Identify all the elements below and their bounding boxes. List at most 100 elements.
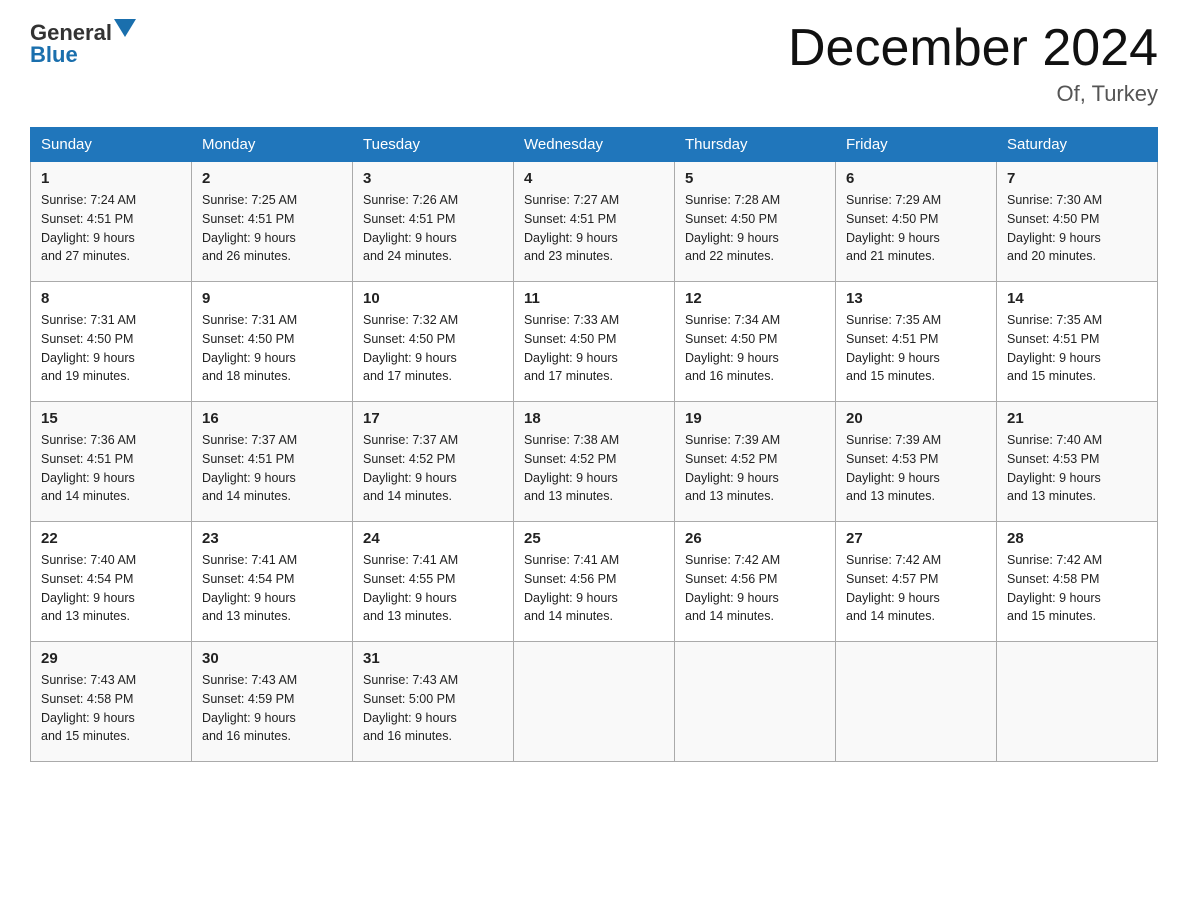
calendar-cell: 25 Sunrise: 7:41 AM Sunset: 4:56 PM Dayl… [514,522,675,642]
day-detail: Sunrise: 7:38 AM Sunset: 4:52 PM Dayligh… [524,431,664,506]
day-detail: Sunrise: 7:37 AM Sunset: 4:52 PM Dayligh… [363,431,503,506]
day-detail: Sunrise: 7:40 AM Sunset: 4:54 PM Dayligh… [41,551,181,626]
calendar-cell [997,642,1158,762]
calendar-cell: 8 Sunrise: 7:31 AM Sunset: 4:50 PM Dayli… [31,282,192,402]
calendar-cell: 10 Sunrise: 7:32 AM Sunset: 4:50 PM Dayl… [353,282,514,402]
day-number: 24 [363,530,503,547]
day-number: 1 [41,170,181,187]
calendar-cell: 21 Sunrise: 7:40 AM Sunset: 4:53 PM Dayl… [997,402,1158,522]
day-detail: Sunrise: 7:42 AM Sunset: 4:57 PM Dayligh… [846,551,986,626]
day-detail: Sunrise: 7:24 AM Sunset: 4:51 PM Dayligh… [41,191,181,266]
calendar-cell: 18 Sunrise: 7:38 AM Sunset: 4:52 PM Dayl… [514,402,675,522]
day-number: 30 [202,650,342,667]
day-number: 17 [363,410,503,427]
calendar-cell [836,642,997,762]
calendar-cell: 30 Sunrise: 7:43 AM Sunset: 4:59 PM Dayl… [192,642,353,762]
logo-arrow-icon [114,19,136,41]
day-number: 16 [202,410,342,427]
calendar-cell: 2 Sunrise: 7:25 AM Sunset: 4:51 PM Dayli… [192,162,353,282]
day-number: 11 [524,290,664,307]
day-detail: Sunrise: 7:41 AM Sunset: 4:54 PM Dayligh… [202,551,342,626]
logo-blue: Blue [30,42,78,68]
day-number: 6 [846,170,986,187]
calendar-cell [675,642,836,762]
calendar-cell: 22 Sunrise: 7:40 AM Sunset: 4:54 PM Dayl… [31,522,192,642]
day-detail: Sunrise: 7:35 AM Sunset: 4:51 PM Dayligh… [1007,311,1147,386]
day-number: 12 [685,290,825,307]
weekday-header-friday: Friday [836,128,997,162]
day-number: 26 [685,530,825,547]
calendar-cell: 24 Sunrise: 7:41 AM Sunset: 4:55 PM Dayl… [353,522,514,642]
weekday-header-row: SundayMondayTuesdayWednesdayThursdayFrid… [31,128,1158,162]
day-detail: Sunrise: 7:36 AM Sunset: 4:51 PM Dayligh… [41,431,181,506]
day-number: 31 [363,650,503,667]
calendar-week-5: 29 Sunrise: 7:43 AM Sunset: 4:58 PM Dayl… [31,642,1158,762]
calendar-cell: 7 Sunrise: 7:30 AM Sunset: 4:50 PM Dayli… [997,162,1158,282]
calendar-cell [514,642,675,762]
calendar-title-block: December 2024 Of, Turkey [788,20,1158,107]
weekday-header-saturday: Saturday [997,128,1158,162]
day-number: 15 [41,410,181,427]
day-detail: Sunrise: 7:42 AM Sunset: 4:56 PM Dayligh… [685,551,825,626]
day-number: 18 [524,410,664,427]
day-detail: Sunrise: 7:27 AM Sunset: 4:51 PM Dayligh… [524,191,664,266]
calendar-week-4: 22 Sunrise: 7:40 AM Sunset: 4:54 PM Dayl… [31,522,1158,642]
calendar-cell: 6 Sunrise: 7:29 AM Sunset: 4:50 PM Dayli… [836,162,997,282]
calendar-cell: 11 Sunrise: 7:33 AM Sunset: 4:50 PM Dayl… [514,282,675,402]
calendar-cell: 17 Sunrise: 7:37 AM Sunset: 4:52 PM Dayl… [353,402,514,522]
day-number: 13 [846,290,986,307]
calendar-week-3: 15 Sunrise: 7:36 AM Sunset: 4:51 PM Dayl… [31,402,1158,522]
day-number: 9 [202,290,342,307]
day-detail: Sunrise: 7:39 AM Sunset: 4:53 PM Dayligh… [846,431,986,506]
day-number: 2 [202,170,342,187]
month-year-title: December 2024 [788,20,1158,77]
calendar-cell: 16 Sunrise: 7:37 AM Sunset: 4:51 PM Dayl… [192,402,353,522]
day-detail: Sunrise: 7:35 AM Sunset: 4:51 PM Dayligh… [846,311,986,386]
day-number: 22 [41,530,181,547]
calendar-cell: 23 Sunrise: 7:41 AM Sunset: 4:54 PM Dayl… [192,522,353,642]
day-number: 3 [363,170,503,187]
day-detail: Sunrise: 7:29 AM Sunset: 4:50 PM Dayligh… [846,191,986,266]
day-detail: Sunrise: 7:40 AM Sunset: 4:53 PM Dayligh… [1007,431,1147,506]
calendar-cell: 1 Sunrise: 7:24 AM Sunset: 4:51 PM Dayli… [31,162,192,282]
day-detail: Sunrise: 7:32 AM Sunset: 4:50 PM Dayligh… [363,311,503,386]
weekday-header-monday: Monday [192,128,353,162]
calendar-cell: 20 Sunrise: 7:39 AM Sunset: 4:53 PM Dayl… [836,402,997,522]
day-detail: Sunrise: 7:25 AM Sunset: 4:51 PM Dayligh… [202,191,342,266]
weekday-header-tuesday: Tuesday [353,128,514,162]
calendar-cell: 12 Sunrise: 7:34 AM Sunset: 4:50 PM Dayl… [675,282,836,402]
day-detail: Sunrise: 7:28 AM Sunset: 4:50 PM Dayligh… [685,191,825,266]
day-number: 21 [1007,410,1147,427]
day-number: 10 [363,290,503,307]
day-number: 14 [1007,290,1147,307]
weekday-header-sunday: Sunday [31,128,192,162]
day-detail: Sunrise: 7:43 AM Sunset: 4:58 PM Dayligh… [41,671,181,746]
day-number: 8 [41,290,181,307]
day-detail: Sunrise: 7:41 AM Sunset: 4:55 PM Dayligh… [363,551,503,626]
day-detail: Sunrise: 7:43 AM Sunset: 4:59 PM Dayligh… [202,671,342,746]
calendar-cell: 27 Sunrise: 7:42 AM Sunset: 4:57 PM Dayl… [836,522,997,642]
day-number: 28 [1007,530,1147,547]
day-number: 20 [846,410,986,427]
day-number: 23 [202,530,342,547]
calendar-cell: 29 Sunrise: 7:43 AM Sunset: 4:58 PM Dayl… [31,642,192,762]
calendar-cell: 3 Sunrise: 7:26 AM Sunset: 4:51 PM Dayli… [353,162,514,282]
day-detail: Sunrise: 7:41 AM Sunset: 4:56 PM Dayligh… [524,551,664,626]
calendar-cell: 5 Sunrise: 7:28 AM Sunset: 4:50 PM Dayli… [675,162,836,282]
day-detail: Sunrise: 7:31 AM Sunset: 4:50 PM Dayligh… [41,311,181,386]
calendar-cell: 13 Sunrise: 7:35 AM Sunset: 4:51 PM Dayl… [836,282,997,402]
day-detail: Sunrise: 7:30 AM Sunset: 4:50 PM Dayligh… [1007,191,1147,266]
day-number: 19 [685,410,825,427]
day-detail: Sunrise: 7:43 AM Sunset: 5:00 PM Dayligh… [363,671,503,746]
day-number: 29 [41,650,181,667]
calendar-week-2: 8 Sunrise: 7:31 AM Sunset: 4:50 PM Dayli… [31,282,1158,402]
day-detail: Sunrise: 7:26 AM Sunset: 4:51 PM Dayligh… [363,191,503,266]
day-detail: Sunrise: 7:39 AM Sunset: 4:52 PM Dayligh… [685,431,825,506]
calendar-cell: 28 Sunrise: 7:42 AM Sunset: 4:58 PM Dayl… [997,522,1158,642]
weekday-header-wednesday: Wednesday [514,128,675,162]
calendar-cell: 26 Sunrise: 7:42 AM Sunset: 4:56 PM Dayl… [675,522,836,642]
day-detail: Sunrise: 7:37 AM Sunset: 4:51 PM Dayligh… [202,431,342,506]
weekday-header-thursday: Thursday [675,128,836,162]
day-number: 7 [1007,170,1147,187]
day-detail: Sunrise: 7:31 AM Sunset: 4:50 PM Dayligh… [202,311,342,386]
